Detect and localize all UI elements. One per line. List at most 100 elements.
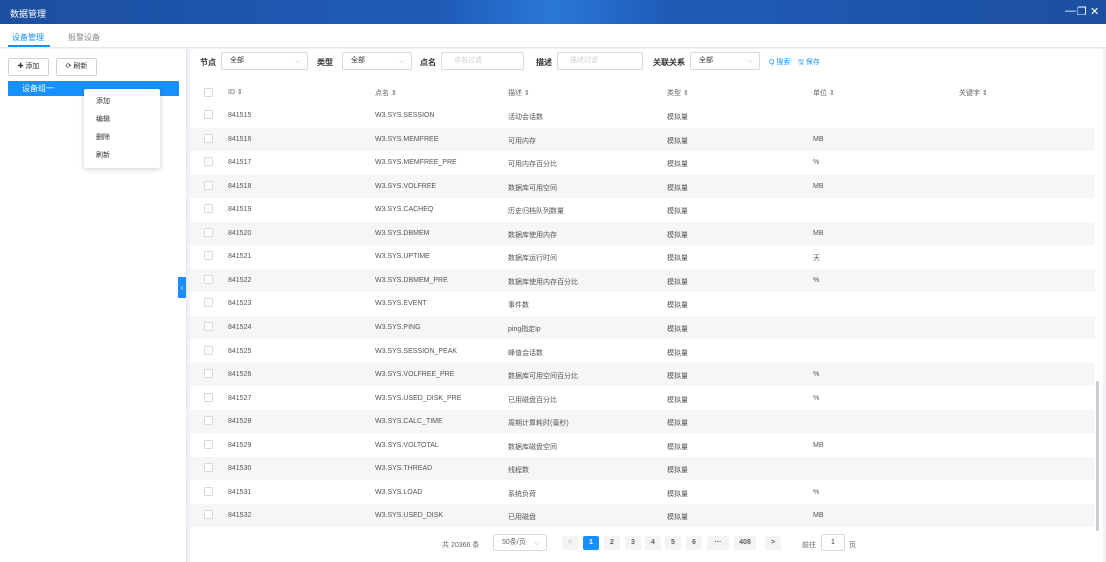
cell-type: 模拟量 [667, 161, 688, 169]
context-menu-delete[interactable]: 删除 [96, 132, 110, 142]
cell-type: 模拟量 [667, 514, 688, 522]
column-header-name[interactable]: 点名 ⇕ [375, 88, 397, 98]
close-button[interactable]: ✕ [1090, 5, 1099, 18]
cell-description: 数据库磁盘空间 [508, 443, 557, 451]
cell-description: 可用内存百分比 [508, 161, 557, 169]
cell-point-name: W3.SYS.PING [375, 323, 421, 331]
cell-id: 841515 [228, 112, 252, 119]
cell-id: 841526 [228, 371, 252, 379]
table-row[interactable]: 841524 W3.SYS.PING ping指定ip 模拟量 [190, 315, 1095, 339]
next-page-button[interactable]: > [765, 536, 781, 550]
desc-filter-label: 描述 [536, 58, 552, 67]
add-button[interactable]: ✚ 添加 [8, 58, 49, 76]
cell-point-name: W3.SYS.VOLTOTAL [375, 441, 439, 449]
page-button[interactable]: 3 [625, 536, 641, 550]
page-button[interactable]: 1 [583, 536, 599, 550]
context-menu-add[interactable]: 添加 [96, 96, 110, 106]
name-filter-input[interactable]: 点名过滤 [441, 52, 524, 70]
column-header-id[interactable]: ID ⇕ [228, 88, 243, 96]
refresh-button[interactable]: ⟳ 刷新 [56, 58, 97, 76]
row-checkbox[interactable] [204, 110, 213, 119]
tab-alarm-devices[interactable]: 报警设备 [68, 32, 100, 43]
page-button[interactable]: 2 [604, 536, 620, 550]
table-row[interactable]: 841518 W3.SYS.VOLFREE 数据库可用空间 模拟量 MB [190, 174, 1095, 198]
row-checkbox[interactable] [204, 392, 213, 402]
table-row[interactable]: 841532 W3.SYS.USED_DISK 已用磁盘 模拟量 MB [190, 504, 1095, 528]
table-row[interactable]: 841523 W3.SYS.EVENT 事件数 模拟量 [190, 292, 1095, 315]
row-checkbox[interactable] [204, 227, 213, 237]
cell-unit: MB [813, 135, 824, 143]
page-button[interactable]: 5 [665, 536, 681, 550]
table-row[interactable]: 841521 W3.SYS.UPTIME 数据库运行时间 模拟量 天 [190, 245, 1095, 268]
node-filter-select[interactable]: 全部 ⌵ [221, 52, 308, 70]
row-checkbox[interactable] [204, 510, 213, 520]
table-row[interactable]: 841530 W3.SYS.THREAD 线程数 模拟量 [190, 457, 1095, 481]
table-scrollbar[interactable] [1096, 381, 1099, 531]
cell-description: 数据库使用内存百分比 [508, 278, 578, 286]
cell-point-name: W3.SYS.LOAD [375, 488, 423, 496]
restore-button[interactable]: ❐ [1077, 5, 1087, 18]
tab-bar: 设备管理 报警设备 [0, 24, 1106, 48]
table-row[interactable]: 841516 W3.SYS.MEMFREE 可用内存 模拟量 MB [190, 127, 1095, 151]
cell-point-name: W3.SYS.EVENT [375, 300, 427, 308]
row-checkbox[interactable] [204, 345, 213, 355]
minimize-button[interactable]: — [1065, 5, 1076, 17]
context-menu-refresh[interactable]: 刷新 [96, 150, 110, 160]
desc-filter-input[interactable]: 描述过滤 [557, 52, 643, 70]
node-filter-value: 全部 [230, 57, 244, 64]
row-checkbox[interactable] [204, 439, 213, 449]
row-checkbox[interactable] [204, 463, 213, 473]
row-checkbox[interactable] [204, 486, 213, 496]
row-checkbox[interactable] [204, 298, 213, 308]
table-row[interactable]: 841522 W3.SYS.DBMEM_PRE 数据库使用内存百分比 模拟量% [190, 268, 1095, 292]
column-header-keyword[interactable]: 关键字 ⇕ [959, 88, 988, 98]
save-button[interactable]: 🖫 保存 [798, 57, 820, 69]
table-row[interactable]: 841526 W3.SYS.VOLFREE_PRE 数据库可用空间百分比 模拟量% [190, 363, 1095, 387]
row-checkbox[interactable] [204, 204, 213, 214]
cell-unit: MB [813, 441, 824, 449]
search-button[interactable]: Q 搜索 [769, 57, 790, 67]
tab-device-management[interactable]: 设备管理 [12, 32, 44, 43]
cell-type: 模拟量 [667, 208, 688, 216]
column-header-description[interactable]: 描述 ⇕ [508, 88, 530, 98]
row-checkbox[interactable] [204, 274, 213, 284]
table-row[interactable]: 841525 W3.SYS.SESSION_PEAK 峰值会话数 模拟量 [190, 340, 1095, 363]
page-button[interactable]: 6 [686, 536, 702, 550]
page-ellipsis[interactable]: ··· [707, 536, 729, 550]
row-checkbox[interactable] [204, 157, 213, 167]
cell-id: 841516 [228, 135, 252, 143]
table-row[interactable]: 841531 W3.SYS.LOAD 系统负荷 模拟量% [190, 481, 1095, 504]
table-row[interactable]: 841515 W3.SYS.SESSION 活动会话数 模拟量 [190, 104, 1095, 127]
collapse-pane-handle[interactable]: ‹ [178, 277, 186, 298]
active-tab-indicator [8, 45, 50, 47]
cell-description: 历史归档队列数量 [508, 208, 564, 216]
page-button[interactable]: 408 [734, 536, 756, 550]
type-filter-select[interactable]: 全部 ⌵ [342, 52, 412, 70]
row-checkbox[interactable] [204, 251, 213, 261]
goto-page-input[interactable]: 1 [821, 534, 845, 551]
page-size-value: 50条/页 [502, 539, 526, 546]
column-header-unit[interactable]: 单位 ⇕ [813, 88, 835, 98]
table-row[interactable]: 841517 W3.SYS.MEMFREE_PRE 可用内存百分比 模拟量% [190, 151, 1095, 174]
select-all-checkbox[interactable] [204, 88, 213, 97]
row-checkbox[interactable] [204, 321, 213, 331]
column-header-type[interactable]: 类型 ⇕ [667, 88, 689, 98]
row-checkbox[interactable] [204, 180, 213, 190]
table-row[interactable]: 841528 W3.SYS.CALC_TIME 周期计算耗时(毫秒) 模拟量 [190, 410, 1095, 434]
cell-point-name: W3.SYS.CACHEQ [375, 206, 434, 214]
context-menu-edit[interactable]: 编辑 [96, 114, 110, 124]
table-row[interactable]: 841519 W3.SYS.CACHEQ 历史归档队列数量 模拟量 [190, 198, 1095, 221]
relation-filter-select[interactable]: 全部 ⌵ [690, 52, 760, 70]
cell-point-name: W3.SYS.MEMFREE_PRE [375, 159, 457, 167]
table-row[interactable]: 841527 W3.SYS.USED_DISK_PRE 已用磁盘百分比 模拟量% [190, 387, 1095, 410]
row-checkbox[interactable] [204, 133, 213, 143]
page-size-select[interactable]: 50条/页 ⌵ [493, 534, 547, 551]
prev-page-button[interactable]: < [562, 536, 578, 550]
main-panel: 节点 全部 ⌵ 类型 全部 ⌵ 点名 点名过滤 描述 描述过滤 关联关系 全部 … [190, 49, 1103, 562]
row-checkbox[interactable] [204, 416, 213, 426]
table-row[interactable]: 841520 W3.SYS.DBMEM 数据库使用内存 模拟量 MB [190, 221, 1095, 245]
row-checkbox[interactable] [204, 369, 213, 379]
cell-description: 峰值会话数 [508, 349, 543, 357]
table-row[interactable]: 841529 W3.SYS.VOLTOTAL 数据库磁盘空间 模拟量 MB [190, 434, 1095, 457]
page-button[interactable]: 4 [645, 536, 661, 550]
